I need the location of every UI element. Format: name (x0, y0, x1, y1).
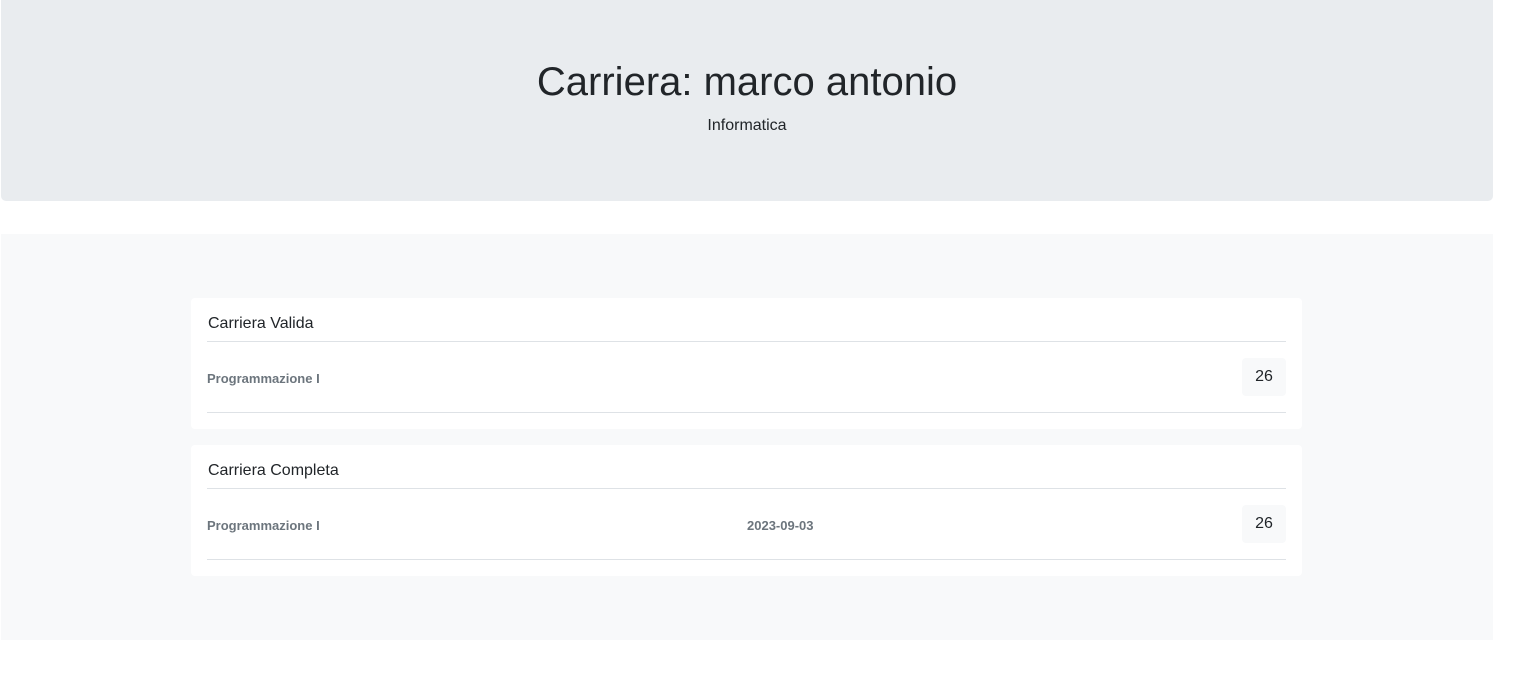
list-item: Programmazione I 2023-09-03 26 (207, 505, 1286, 543)
course-name: Programmazione I (207, 371, 320, 386)
grade-badge: 26 (1242, 358, 1286, 396)
divider (207, 488, 1286, 489)
course-name: Programmazione I (207, 518, 320, 533)
list-item: Programmazione I 26 (207, 358, 1286, 396)
card-carriera-valida: Carriera Valida Programmazione I 26 (191, 298, 1302, 429)
divider (207, 412, 1286, 413)
card-title: Carriera Completa (208, 462, 339, 479)
exam-date: 2023-09-03 (747, 518, 814, 533)
page-title: Carriera: marco antonio (536, 60, 958, 104)
page-subtitle: Informatica (707, 117, 787, 134)
divider (207, 341, 1286, 342)
divider (207, 559, 1286, 560)
card-title: Carriera Valida (208, 315, 314, 332)
career-section (1, 234, 1493, 640)
grade-badge: 26 (1242, 505, 1286, 543)
card-carriera-completa: Carriera Completa Programmazione I 2023-… (191, 445, 1302, 576)
page-header: Carriera: marco antonio Informatica (1, 0, 1493, 201)
